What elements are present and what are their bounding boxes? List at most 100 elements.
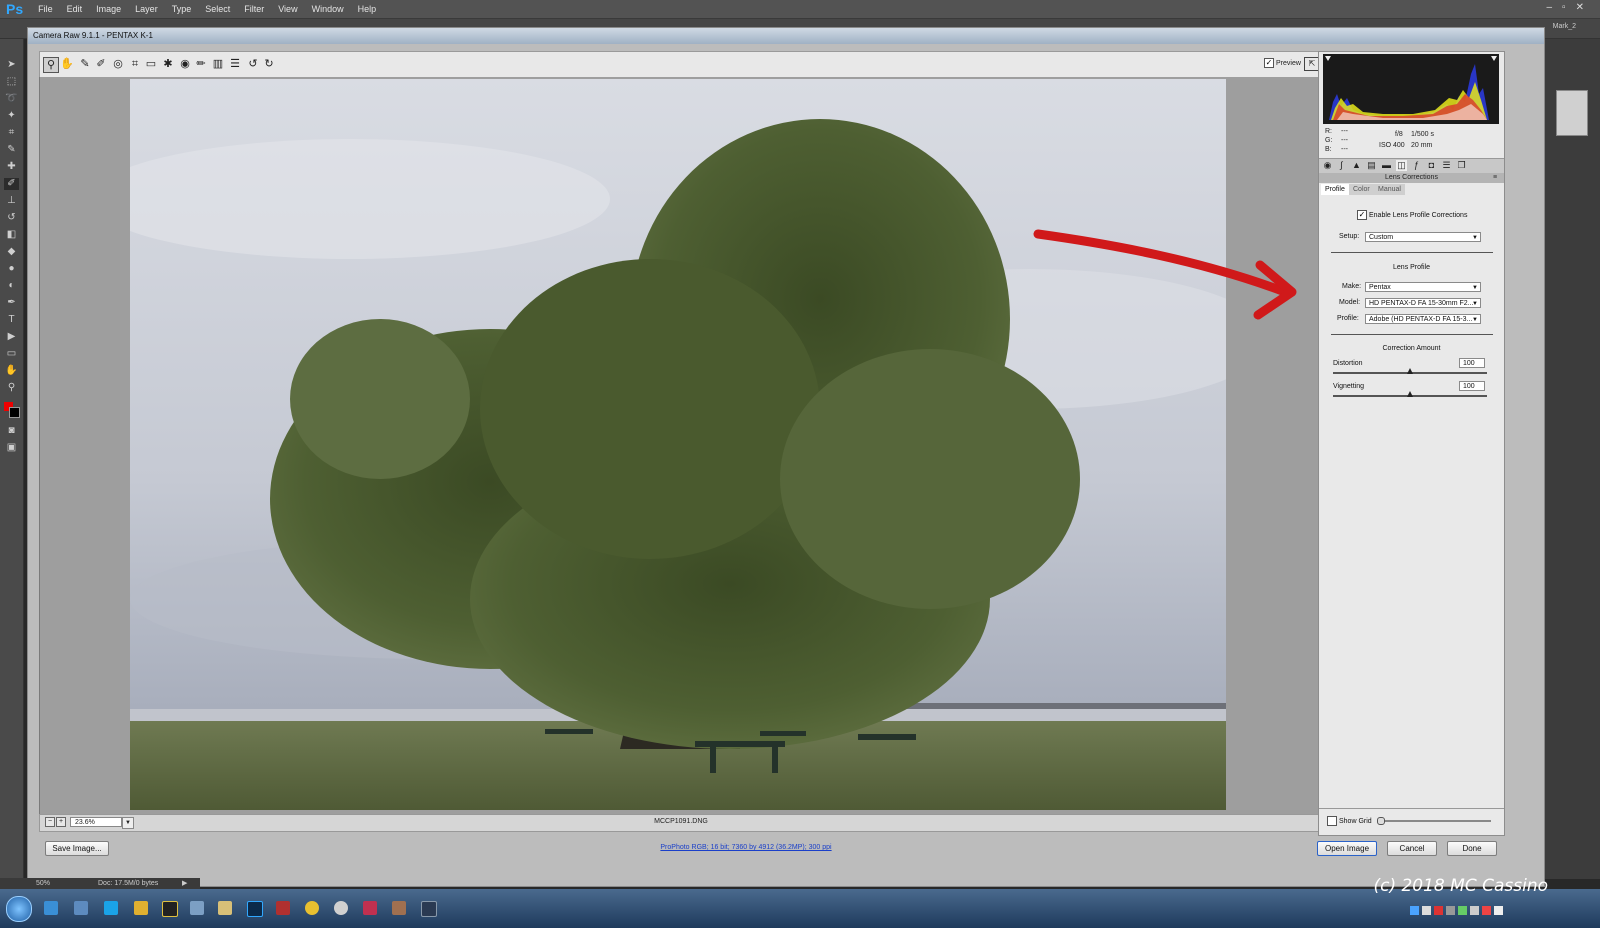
white-balance-tool-icon[interactable]: ✎	[78, 57, 92, 71]
preferences-icon[interactable]: ☰	[228, 57, 242, 71]
explorer-icon[interactable]	[74, 901, 88, 915]
color-sampler-tool-icon[interactable]: ✐	[94, 57, 108, 71]
tray-icon[interactable]	[1434, 906, 1443, 915]
dodge-tool-icon[interactable]: ◐	[4, 280, 19, 292]
hand-tool-icon[interactable]: ✋	[4, 365, 19, 377]
spot-removal-tool-icon[interactable]: ✱	[161, 57, 175, 71]
folder-icon[interactable]	[218, 901, 232, 915]
tray-icon[interactable]	[1410, 906, 1419, 915]
menu-help[interactable]: Help	[351, 4, 384, 14]
grid-size-slider-thumb[interactable]	[1377, 817, 1385, 825]
model-select[interactable]: HD PENTAX-D FA 15-30mm F2... ▼	[1365, 298, 1481, 308]
show-grid-checkbox[interactable]	[1327, 816, 1337, 826]
setup-select[interactable]: Custom ▼	[1365, 232, 1481, 242]
menu-filter[interactable]: Filter	[237, 4, 271, 14]
menu-image[interactable]: Image	[89, 4, 128, 14]
workflow-options-link[interactable]: ProPhoto RGB; 16 bit; 7360 by 4912 (36.2…	[28, 844, 1464, 851]
tray-icon[interactable]	[1482, 906, 1491, 915]
status-menu-arrow-icon[interactable]: ▶	[182, 879, 187, 887]
brush-tool-icon[interactable]: ✐	[4, 178, 19, 190]
hsl-panel-icon[interactable]: ▤	[1366, 160, 1377, 171]
panel-menu-icon[interactable]: ≡	[1493, 174, 1497, 181]
shape-tool-icon[interactable]: ▭	[4, 348, 19, 360]
menu-window[interactable]: Window	[305, 4, 351, 14]
tone-curve-icon[interactable]: ∫	[1336, 160, 1347, 171]
pen-tool-icon[interactable]: ✒	[4, 297, 19, 309]
quick-mask-icon[interactable]: ◙	[4, 425, 19, 437]
lasso-tool-icon[interactable]: ➰	[4, 93, 19, 105]
history-brush-tool-icon[interactable]: ↺	[4, 212, 19, 224]
move-tool-icon[interactable]: ➤	[4, 59, 19, 71]
distortion-slider-thumb[interactable]	[1407, 368, 1413, 374]
app-icon[interactable]	[134, 901, 148, 915]
start-button-icon[interactable]	[6, 896, 32, 922]
done-button[interactable]: Done	[1447, 841, 1497, 856]
app-icon[interactable]	[190, 901, 204, 915]
hand-tool-icon[interactable]: ✋	[60, 57, 74, 71]
app-icon[interactable]	[334, 901, 348, 915]
rotate-right-icon[interactable]: ↻	[262, 57, 276, 71]
app-icon[interactable]	[276, 901, 290, 915]
app-icon[interactable]	[162, 901, 178, 917]
window-controls[interactable]: –▫✕	[1547, 2, 1595, 13]
crop-tool-icon[interactable]: ⌗	[128, 57, 142, 71]
zoom-tool-icon[interactable]: ⚲	[43, 57, 59, 73]
ie-icon[interactable]	[44, 901, 58, 915]
tab-profile[interactable]: Profile	[1321, 184, 1349, 195]
tab-color[interactable]: Color	[1349, 184, 1374, 195]
preview-toggle[interactable]: ✓ Preview	[1264, 58, 1301, 68]
crop-tool-icon[interactable]: ⌗	[4, 127, 19, 139]
lens-corrections-icon[interactable]: ◫	[1396, 160, 1407, 171]
adjustment-brush-icon[interactable]: ✏	[194, 57, 208, 71]
app-icon[interactable]	[363, 901, 377, 915]
tray-icon[interactable]	[1446, 906, 1455, 915]
menu-view[interactable]: View	[271, 4, 304, 14]
image-preview-area[interactable]	[39, 77, 1323, 814]
skype-icon[interactable]	[104, 901, 118, 915]
menu-file[interactable]: File	[31, 4, 60, 14]
straighten-tool-icon[interactable]: ▭	[144, 57, 158, 71]
make-select[interactable]: Pentax ▼	[1365, 282, 1481, 292]
cancel-button[interactable]: Cancel	[1387, 841, 1437, 856]
distortion-value-field[interactable]: 100	[1459, 358, 1485, 368]
enable-profile-row[interactable]: ✓ Enable Lens Profile Corrections	[1357, 210, 1467, 220]
grid-size-slider[interactable]	[1377, 820, 1491, 822]
targeted-adjustment-tool-icon[interactable]: ◎	[111, 57, 125, 71]
volume-icon[interactable]	[1494, 906, 1503, 915]
menu-edit[interactable]: Edit	[60, 4, 90, 14]
menu-layer[interactable]: Layer	[128, 4, 165, 14]
tray-icon[interactable]	[1458, 906, 1467, 915]
workspace-user-label[interactable]: Mark_2	[1553, 23, 1576, 30]
app-icon[interactable]	[421, 901, 437, 917]
path-select-tool-icon[interactable]: ▶	[4, 331, 19, 343]
preview-checkbox[interactable]: ✓	[1264, 58, 1274, 68]
snapshots-icon[interactable]: ❐	[1456, 160, 1467, 171]
background-color-swatch[interactable]	[9, 407, 20, 418]
menu-select[interactable]: Select	[198, 4, 237, 14]
detail-panel-icon[interactable]: ▲	[1351, 160, 1362, 171]
open-image-button[interactable]: Open Image	[1317, 841, 1377, 856]
type-tool-icon[interactable]: T	[4, 314, 19, 326]
fx-panel-icon[interactable]: ƒ	[1411, 160, 1422, 171]
vignetting-value-field[interactable]: 100	[1459, 381, 1485, 391]
tab-manual[interactable]: Manual	[1374, 184, 1405, 195]
magic-wand-tool-icon[interactable]: ✦	[4, 110, 19, 122]
screen-mode-icon[interactable]: ▣	[4, 442, 19, 454]
eraser-tool-icon[interactable]: ◧	[4, 229, 19, 241]
graduated-filter-icon[interactable]: ▥	[211, 57, 225, 71]
rotate-left-icon[interactable]: ↺	[246, 57, 260, 71]
chrome-icon[interactable]	[305, 901, 319, 915]
presets-icon[interactable]: ☰	[1441, 160, 1452, 171]
stamp-tool-icon[interactable]: ⊥	[4, 195, 19, 207]
camera-calibration-icon[interactable]: ◘	[1426, 160, 1437, 171]
basic-panel-icon[interactable]: ◉	[1322, 160, 1333, 171]
enable-profile-checkbox[interactable]: ✓	[1357, 210, 1367, 220]
marquee-tool-icon[interactable]: ⬚	[4, 76, 19, 88]
show-grid-row[interactable]: Show Grid	[1327, 816, 1372, 826]
menu-type[interactable]: Type	[165, 4, 199, 14]
photoshop-taskbar-icon[interactable]	[247, 901, 263, 917]
bucket-tool-icon[interactable]: ◆	[4, 246, 19, 258]
eyedropper-tool-icon[interactable]: ✎	[4, 144, 19, 156]
healing-tool-icon[interactable]: ✚	[4, 161, 19, 173]
blur-tool-icon[interactable]: ●	[4, 263, 19, 275]
